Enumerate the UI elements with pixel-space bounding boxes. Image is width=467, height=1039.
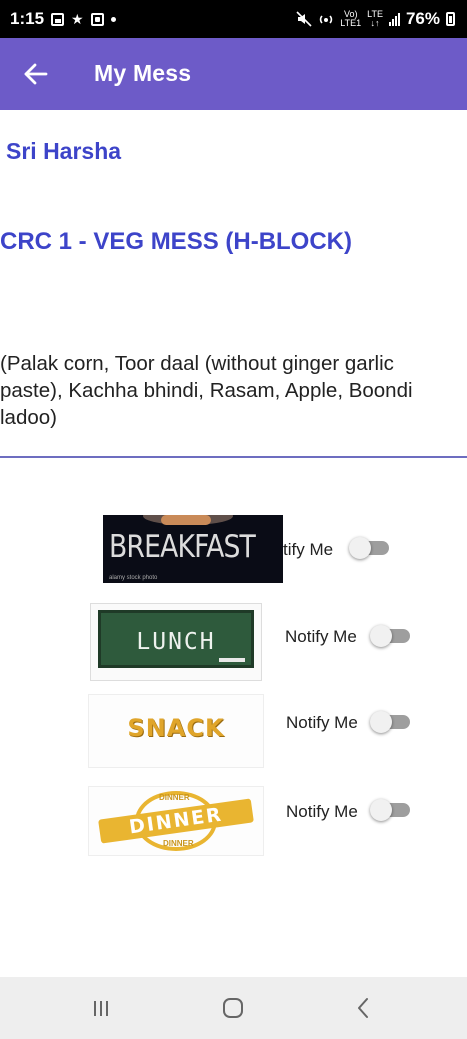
lunch-image-text: LUNCH — [136, 629, 216, 655]
battery-icon — [446, 12, 455, 26]
status-left: 1:15 ★ — [10, 9, 116, 29]
mute-icon — [296, 11, 312, 27]
dinner-stamp-top: DINNER — [159, 793, 190, 802]
snack-image-text: SNACK — [127, 714, 225, 742]
toggle-thumb — [370, 711, 392, 733]
system-nav-bar — [0, 977, 467, 1039]
notification-icon — [90, 12, 104, 26]
dinner-image: DINNER DINNER DINNER — [88, 786, 264, 856]
chalkboard-icon: LUNCH — [98, 610, 254, 668]
breakfast-image: BREAKFAST alamy stock photo — [103, 515, 283, 583]
page-title: My Mess — [94, 60, 192, 86]
chalk-icon — [219, 658, 245, 662]
volte-indicator: Vo) LTE1 — [340, 10, 361, 28]
snack-notify-toggle[interactable] — [370, 711, 410, 733]
toggle-thumb — [370, 799, 392, 821]
volte-bottom: LTE1 — [340, 18, 362, 28]
status-bar: 1:15 ★ Vo) LTE1 LTE ↓↑ 76% — [0, 0, 467, 38]
status-right: Vo) LTE1 LTE ↓↑ 76% — [296, 9, 455, 29]
dinner-notify-toggle[interactable] — [370, 799, 410, 821]
app-bar: My Mess — [0, 38, 467, 110]
menu-text: (Palak corn, Toor daal (without ginger g… — [0, 352, 413, 429]
back-icon[interactable] — [343, 991, 383, 1025]
network-indicator: LTE ↓↑ — [367, 10, 383, 28]
status-time: 1:15 — [10, 9, 45, 28]
food-icon — [161, 515, 211, 525]
breakfast-image-note: alamy stock photo — [109, 575, 158, 581]
snack-notify-label: Notify Me — [286, 713, 358, 732]
toggle-thumb — [370, 625, 392, 647]
usb-icon: ★ — [71, 10, 84, 27]
snack-image: SNACK — [88, 694, 264, 768]
signal-icon — [388, 12, 400, 26]
user-name: Sri Harsha — [6, 138, 122, 164]
arrow-left-icon[interactable] — [22, 60, 50, 88]
divider — [0, 456, 467, 458]
gallery-icon — [51, 12, 65, 26]
breakfast-notify-label: tify Me — [283, 540, 334, 559]
breakfast-notify-toggle[interactable] — [349, 537, 389, 559]
battery-percent: 76% — [405, 9, 440, 28]
breakfast-image-text: BREAKFAST — [109, 529, 256, 565]
lunch-notify-label: Notify Me — [285, 627, 357, 646]
mess-name: CRC 1 - VEG MESS (H-BLOCK) — [0, 228, 353, 255]
network-bottom: ↓↑ — [370, 18, 380, 28]
lunch-notify-toggle[interactable] — [370, 625, 410, 647]
dot-icon — [110, 16, 116, 22]
toggle-thumb — [349, 537, 371, 559]
recent-apps-icon[interactable] — [81, 991, 121, 1025]
lunch-image: LUNCH — [90, 603, 262, 681]
dinner-notify-label: Notify Me — [286, 802, 358, 821]
dinner-stamp-bottom: DINNER — [163, 839, 194, 848]
home-icon[interactable] — [213, 991, 253, 1025]
hotspot-icon — [320, 15, 333, 24]
